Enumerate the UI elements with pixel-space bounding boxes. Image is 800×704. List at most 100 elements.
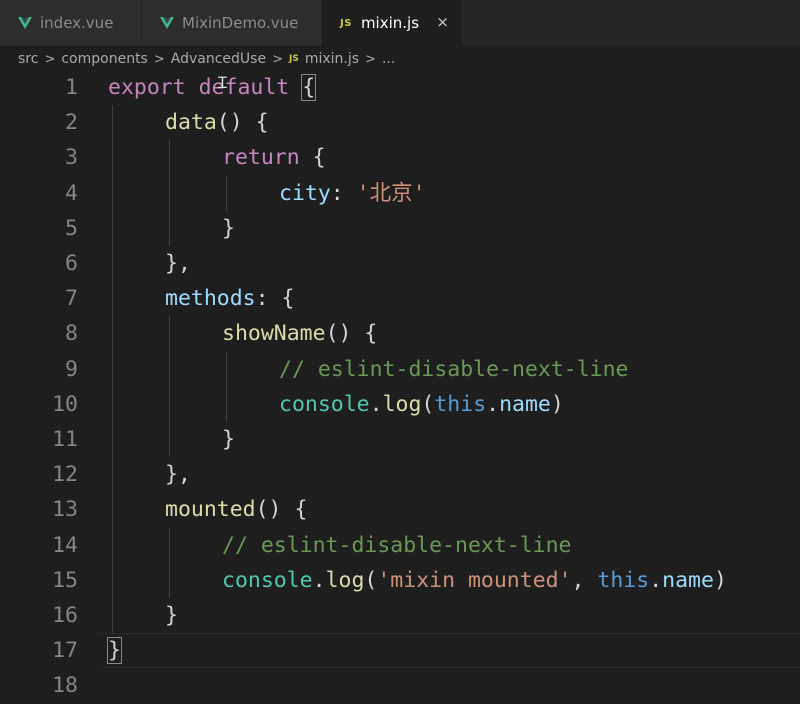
code-token: showName	[222, 321, 326, 347]
code-line[interactable]: 6},	[0, 246, 800, 281]
code-token: console	[279, 391, 370, 417]
tab-label: index.vue	[40, 14, 114, 32]
code-line[interactable]: 4 city: '北京'	[0, 176, 800, 211]
close-icon[interactable]: ×	[436, 13, 449, 31]
code-token: ,	[571, 567, 598, 593]
code-text: return {	[222, 140, 326, 175]
code-token: return	[222, 145, 300, 171]
code-token: }	[107, 637, 122, 665]
code-token: name	[499, 391, 551, 417]
line-number: 15	[52, 567, 78, 593]
line-number: 2	[65, 110, 78, 136]
code-line[interactable]: 18	[0, 668, 800, 703]
tab-label: MixinDemo.vue	[182, 14, 299, 32]
line-number: 7	[65, 286, 78, 312]
line-number: 10	[52, 391, 78, 417]
editor-window: index.vue MixinDemo.vue JS mixin.js × sr…	[0, 0, 800, 704]
code-line[interactable]: 1 export default {	[0, 70, 800, 105]
code-editor[interactable]: 1 export default {2 data() {3 return {4 city…	[0, 72, 800, 704]
indent-guide	[169, 316, 170, 458]
code-text: data() {	[165, 105, 269, 140]
code-line[interactable]: 15 console.log('mixin mounted', this.name…	[0, 563, 800, 598]
indent-guide	[169, 527, 170, 598]
line-number: 4	[65, 180, 78, 206]
code-line[interactable]: 3 return {	[0, 140, 800, 175]
tab-bar: index.vue MixinDemo.vue JS mixin.js ×	[0, 0, 800, 46]
code-token: () {	[255, 497, 308, 523]
line-number: 12	[52, 462, 78, 488]
code-token: .	[486, 391, 500, 417]
code-token: console	[222, 567, 313, 593]
line-number: 11	[52, 427, 78, 452]
code-line[interactable]: 9 // eslint-disable-next-line	[0, 352, 800, 387]
code-token: .	[369, 391, 383, 417]
code-text: // eslint-disable-next-line	[222, 528, 572, 563]
code-token: (	[421, 391, 435, 417]
code-token: log	[382, 391, 422, 417]
code-line[interactable]: 14 // eslint-disable-next-line	[0, 528, 800, 563]
code-token: },	[165, 251, 191, 276]
code-token: }	[222, 215, 235, 241]
chevron-right-icon: >	[365, 51, 376, 67]
code-line[interactable]: 8 showName() {	[0, 316, 800, 351]
code-token: default	[198, 75, 290, 100]
text-cursor-icon: Ɪ	[218, 73, 227, 92]
code-line[interactable]: 11}	[0, 422, 800, 457]
code-text: },	[165, 246, 191, 281]
tab-label: mixin.js	[360, 14, 420, 32]
code-token: // eslint-disable-next-line	[222, 532, 572, 558]
breadcrumb-item-file[interactable]: mixin.js	[305, 51, 359, 67]
code-token: city	[279, 180, 331, 206]
breadcrumb-item-components[interactable]: components	[61, 51, 148, 67]
code-token: // eslint-disable-next-line	[279, 356, 629, 382]
tab-mixindemo-vue[interactable]: MixinDemo.vue	[142, 0, 322, 46]
code-token: .	[312, 567, 326, 593]
tab-index-vue[interactable]: index.vue	[0, 0, 142, 46]
code-text: }	[222, 211, 235, 246]
code-token: :	[330, 180, 357, 206]
line-number: 17	[52, 638, 78, 664]
chevron-right-icon: >	[272, 51, 283, 67]
code-token: }	[222, 427, 235, 452]
code-token: '北京'	[356, 180, 426, 206]
line-number: 3	[65, 145, 78, 171]
code-text: city: '北京'	[279, 176, 426, 211]
indent-guide	[169, 140, 170, 246]
code-line[interactable]: 7 methods: {	[0, 281, 800, 316]
code-token: }	[165, 603, 178, 628]
vue-icon	[160, 17, 174, 29]
indent-guide	[226, 351, 227, 422]
breadcrumb-item-src[interactable]: src	[18, 51, 38, 67]
code-text: console.log('mixin mounted', this.name)	[222, 563, 727, 598]
code-token: name	[662, 567, 714, 593]
breadcrumb-item-advanceduse[interactable]: AdvancedUse	[171, 51, 266, 67]
code-line[interactable]: 12},	[0, 457, 800, 492]
vue-icon	[18, 17, 32, 29]
code-line[interactable]: 5}	[0, 211, 800, 246]
code-line[interactable]: 2 data() {	[0, 105, 800, 140]
line-number: 8	[65, 321, 78, 347]
code-token: this	[434, 391, 487, 417]
line-number: 1	[65, 75, 78, 100]
code-text: export default {	[108, 70, 317, 105]
code-line[interactable]: 16}	[0, 598, 800, 633]
code-token: 'mixin mounted'	[377, 567, 572, 593]
js-file-icon: JS	[288, 54, 299, 64]
line-number: 5	[65, 215, 78, 241]
code-line[interactable]: 17}	[0, 633, 800, 669]
code-token: methods	[165, 286, 256, 312]
breadcrumb: src > components > AdvancedUse > JS mixi…	[0, 46, 800, 72]
code-token: .	[649, 567, 663, 593]
breadcrumb-item-symbols[interactable]: ...	[382, 51, 395, 67]
code-text: console.log(this.name)	[279, 387, 564, 422]
tab-mixin-js[interactable]: JS mixin.js ×	[322, 0, 462, 46]
line-number: 6	[65, 251, 78, 276]
code-token: data	[165, 110, 217, 136]
line-number: 14	[52, 532, 78, 558]
code-token: )	[713, 567, 727, 593]
line-number: 9	[65, 356, 78, 382]
code-line[interactable]: 10 console.log(this.name)	[0, 387, 800, 422]
code-line[interactable]: 13 mounted() {	[0, 492, 800, 527]
code-text: mounted() {	[165, 492, 307, 527]
